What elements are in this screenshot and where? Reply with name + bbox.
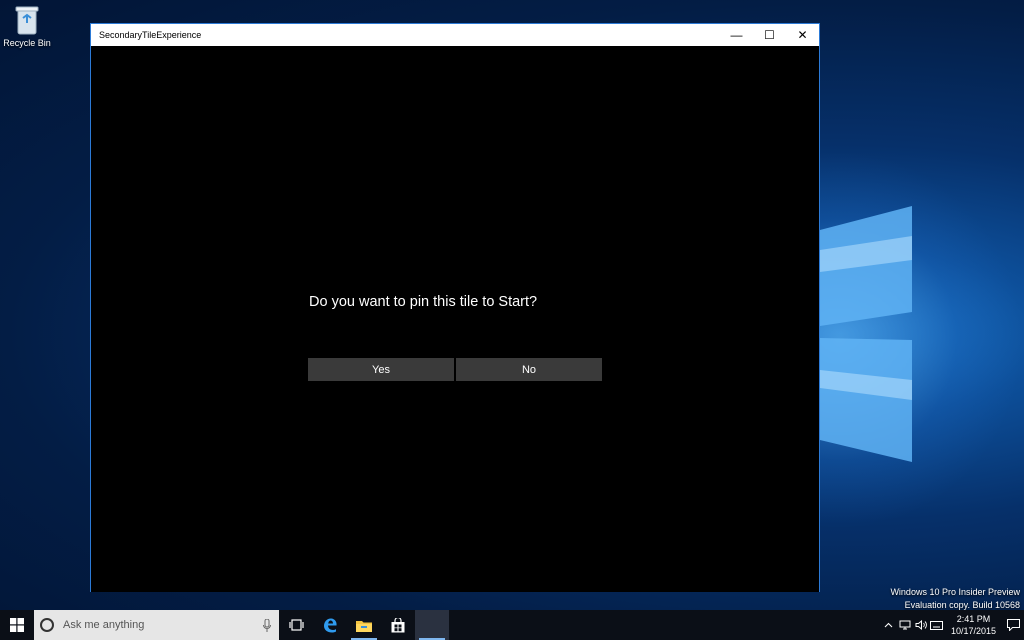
- window-titlebar[interactable]: SecondaryTileExperience — ☐ ✕: [91, 24, 819, 46]
- evaluation-watermark: Windows 10 Pro Insider Preview Evaluatio…: [890, 586, 1020, 612]
- maximize-button[interactable]: ☐: [753, 24, 786, 46]
- volume-icon[interactable]: [913, 610, 929, 640]
- watermark-line1: Windows 10 Pro Insider Preview: [890, 587, 1020, 597]
- store-icon: [391, 617, 405, 632]
- task-view-button[interactable]: [279, 610, 313, 640]
- task-view-icon: [288, 619, 304, 631]
- taskbar: Ask me anything 2:41 PM 10/17/2015: [0, 610, 1024, 640]
- pin-question: Do you want to pin this tile to Start?: [309, 294, 538, 310]
- search-placeholder: Ask me anything: [63, 619, 145, 631]
- start-button[interactable]: [0, 610, 34, 640]
- close-button[interactable]: ✕: [786, 24, 819, 46]
- notification-icon: [1006, 619, 1020, 631]
- microphone-icon[interactable]: [255, 610, 279, 640]
- network-icon[interactable]: [897, 610, 913, 640]
- windows-logo-wallpaper: [820, 206, 912, 462]
- recycle-bin-icon: [15, 6, 39, 35]
- system-tray: 2:41 PM 10/17/2015: [881, 610, 1024, 640]
- edge-icon: [324, 618, 337, 633]
- cortana-search-box[interactable]: Ask me anything: [34, 610, 279, 640]
- running-app-button[interactable]: [415, 610, 449, 640]
- file-explorer-icon: [356, 620, 372, 632]
- system-clock[interactable]: 2:41 PM 10/17/2015: [945, 613, 1002, 637]
- yes-button[interactable]: Yes: [308, 358, 454, 381]
- windows-start-icon: [10, 618, 24, 632]
- window-title: SecondaryTileExperience: [99, 30, 202, 40]
- minimize-button[interactable]: —: [720, 24, 753, 46]
- desktop-icon-label: Recycle Bin: [3, 38, 51, 48]
- chevron-up-icon[interactable]: [881, 610, 897, 640]
- desktop-icon-recycle-bin[interactable]: Recycle Bin: [2, 4, 52, 56]
- no-button[interactable]: No: [456, 358, 602, 381]
- action-center-button[interactable]: [1002, 610, 1024, 640]
- window-content: Do you want to pin this tile to Start? Y…: [91, 46, 819, 592]
- store-button[interactable]: [381, 610, 415, 640]
- window-controls: — ☐ ✕: [720, 24, 819, 46]
- file-explorer-button[interactable]: [347, 610, 381, 640]
- cortana-icon: [40, 618, 54, 632]
- edge-button[interactable]: [313, 610, 347, 640]
- keyboard-icon[interactable]: [929, 610, 945, 640]
- clock-date: 10/17/2015: [950, 626, 996, 636]
- app-window: SecondaryTileExperience — ☐ ✕ Do you wan…: [90, 23, 820, 592]
- clock-time: 2:41 PM: [956, 614, 991, 624]
